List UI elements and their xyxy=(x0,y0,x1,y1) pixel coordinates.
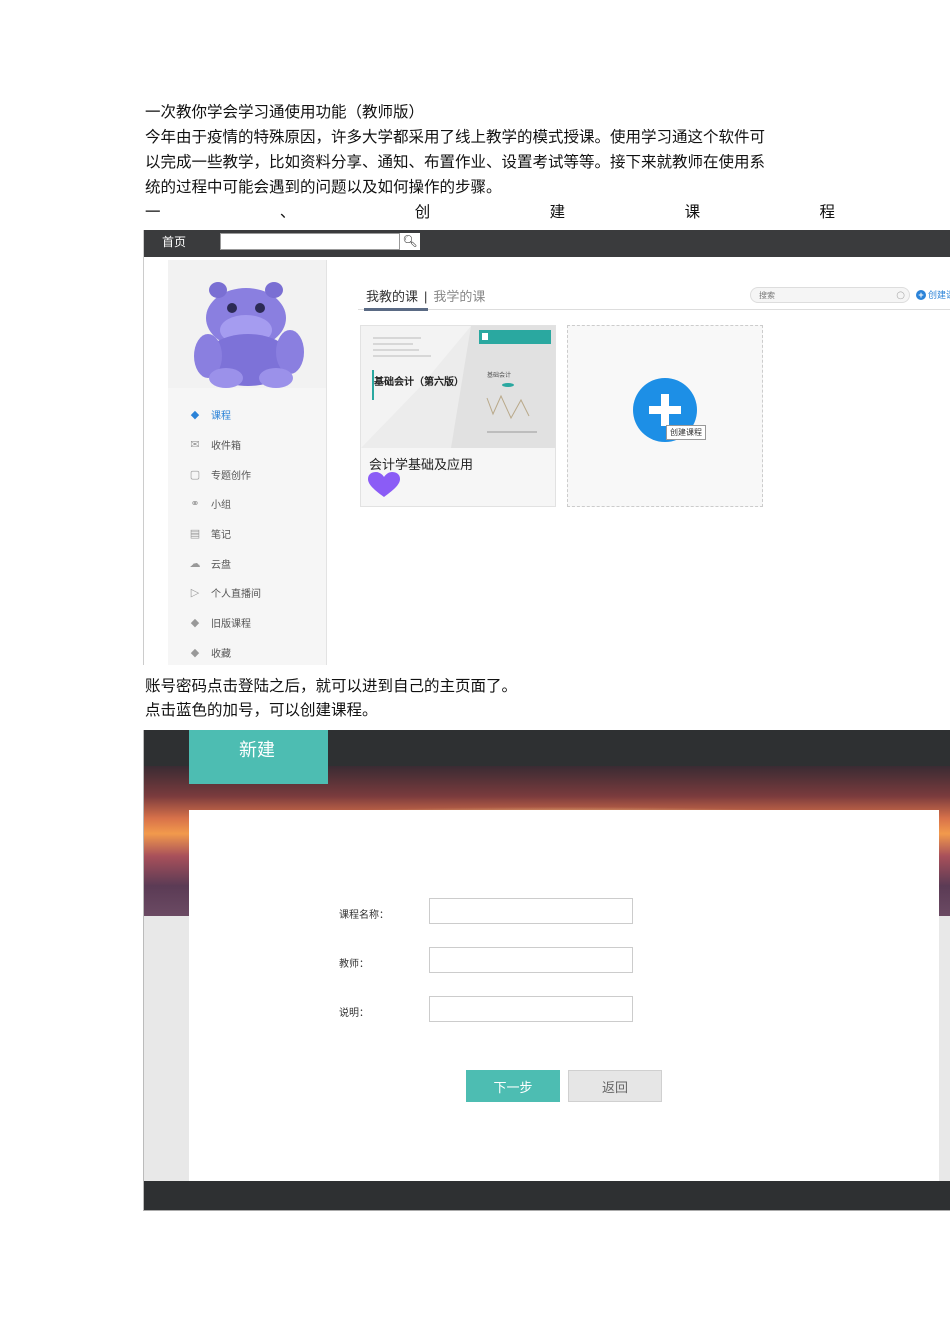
purple-hippo-avatar[interactable] xyxy=(168,260,326,388)
tab-learning[interactable]: 我学的课 xyxy=(433,286,485,305)
new-tab[interactable]: 新建 xyxy=(189,730,328,784)
sidebar-item-label: 个人直播间 xyxy=(211,589,261,601)
sidebar-item-live[interactable]: ▷ 个人直播间 xyxy=(188,578,261,608)
create-course-card[interactable]: 创建课程 xyxy=(567,325,763,507)
sidebar-item-course[interactable]: ◆ 课程 xyxy=(188,400,261,430)
cloud-icon: ☁ xyxy=(189,556,201,570)
tab-teaching[interactable]: 我教的课 xyxy=(366,286,418,305)
search-icon[interactable]: 🔍︎ xyxy=(400,233,420,250)
bottom-bar xyxy=(144,1181,950,1210)
cover-title: 基础会计（第六版） xyxy=(374,377,464,388)
top-bar: 首页 🔍︎ xyxy=(144,230,950,257)
play-icon: ▷ xyxy=(190,586,200,600)
new-course-screenshot: 新建 课程名称： 教师： 说明： 下一步 返回 xyxy=(143,730,950,1211)
graduation-cap-icon: ◆ xyxy=(190,408,200,422)
sidebar-item-group[interactable]: ⚭ 小组 xyxy=(188,489,261,519)
sidebar-item-label: 笔记 xyxy=(211,530,231,542)
create-course-link[interactable]: +创建课 xyxy=(916,288,950,301)
plus-icon: + xyxy=(916,290,926,300)
cover-subtitle: 基础会计 xyxy=(487,373,512,379)
create-course-tooltip: 创建课程 xyxy=(666,425,706,440)
sidebar-item-label: 小组 xyxy=(211,500,231,512)
sidebar-item-topic[interactable]: ▢ 专题创作 xyxy=(188,459,261,489)
intro-line-2: 以完成一些教学，比如资料分享、通知、布置作业、设置考试等等。接下来就教师在使用系 xyxy=(145,153,766,171)
course-cover: 基础会计（第六版） 基础会计 xyxy=(361,326,555,448)
intro-line-1: 今年由于疫情的特殊原因，许多大学都采用了线上教学的模式授课。使用学习通这个软件可 xyxy=(145,128,766,146)
course-card[interactable]: 基础会计（第六版） 基础会计 会计学基础及应用 xyxy=(360,325,556,507)
teacher-label: 教师： xyxy=(339,959,369,970)
search-icon[interactable]: ○ xyxy=(896,288,905,304)
heart-icon xyxy=(368,472,400,497)
active-tab-indicator xyxy=(364,308,428,311)
teacher-input[interactable] xyxy=(429,947,633,973)
tab-divider xyxy=(358,309,950,310)
course-home-screenshot: 首页 🔍︎ ◆ 课程 ✉ 收件箱 ▢ 专题创作 ⚭ 小组 ▤ 笔记 ☁ 云盘 ▷ 个人直播间 xyxy=(143,230,950,665)
description-input[interactable] xyxy=(429,996,633,1022)
heading-char: 课 xyxy=(684,203,701,221)
sidebar-item-label: 云盘 xyxy=(211,559,231,571)
course-tabs: 我教的课 | 我学的课 xyxy=(366,286,485,305)
sidebar-item-label: 收藏 xyxy=(211,648,231,660)
search-placeholder: 搜索 xyxy=(759,291,775,300)
sidebar-nav: ◆ 课程 ✉ 收件箱 ▢ 专题创作 ⚭ 小组 ▤ 笔记 ☁ 云盘 ▷ 个人直播间 ◆ 旧版课程 … xyxy=(188,400,262,666)
description-label: 说明： xyxy=(339,1008,369,1019)
group-icon: ⚭ xyxy=(190,497,200,511)
inbox-icon: ✉ xyxy=(190,438,200,452)
back-button[interactable]: 返回 xyxy=(568,1070,662,1102)
course-search-input[interactable]: 搜索 ○ xyxy=(750,287,910,303)
sidebar-item-label: 专题创作 xyxy=(211,470,251,482)
home-link[interactable]: 首页 xyxy=(162,233,186,250)
tab-separator: | xyxy=(424,289,428,304)
note-icon: ▤ xyxy=(189,527,201,541)
sidebar-item-label: 收件箱 xyxy=(211,441,241,453)
caption-plus: 点击蓝色的加号，可以创建课程。 xyxy=(145,701,378,719)
sidebar-item-cloud[interactable]: ☁ 云盘 xyxy=(188,548,261,578)
sidebar-item-old-course[interactable]: ◆ 旧版课程 xyxy=(188,608,261,638)
intro-line-3: 统的过程中可能会遇到的问题以及如何操作的步骤。 xyxy=(145,178,502,196)
heading-char: 程 xyxy=(819,203,835,221)
window-icon: ▢ xyxy=(189,467,201,481)
heading-char: 创 xyxy=(414,203,431,221)
heading-char: 建 xyxy=(549,203,566,221)
top-search-input[interactable] xyxy=(220,233,400,250)
sidebar-item-inbox[interactable]: ✉ 收件箱 xyxy=(188,430,261,460)
document-title: 一次教你学会学习通使用功能（教师版） xyxy=(145,103,425,121)
next-step-button[interactable]: 下一步 xyxy=(466,1070,560,1102)
sidebar-item-favorites[interactable]: ◆ 收藏 xyxy=(188,638,261,666)
caption-login: 账号密码点击登陆之后，就可以进到自己的主页面了。 xyxy=(145,677,518,695)
sidebar-item-notes[interactable]: ▤ 笔记 xyxy=(188,519,261,549)
section-heading: 一 、 创 建 课 程 xyxy=(145,200,835,222)
plus-icon xyxy=(661,394,669,426)
sidebar-item-label: 旧版课程 xyxy=(211,619,251,631)
sidebar-item-label: 课程 xyxy=(211,411,231,423)
new-course-form: 课程名称： 教师： 说明： 下一步 返回 xyxy=(189,810,939,1181)
heading-char: 一 xyxy=(145,203,161,221)
create-course-link-label: 创建课 xyxy=(928,290,950,300)
course-name-input[interactable] xyxy=(429,898,633,924)
graduation-cap-icon: ◆ xyxy=(190,645,200,659)
graduation-cap-icon: ◆ xyxy=(190,616,200,630)
course-name-label: 课程名称： xyxy=(339,910,389,921)
heading-char: 、 xyxy=(279,203,296,221)
sidebar: ◆ 课程 ✉ 收件箱 ▢ 专题创作 ⚭ 小组 ▤ 笔记 ☁ 云盘 ▷ 个人直播间 ◆ 旧版课程 … xyxy=(168,260,327,665)
